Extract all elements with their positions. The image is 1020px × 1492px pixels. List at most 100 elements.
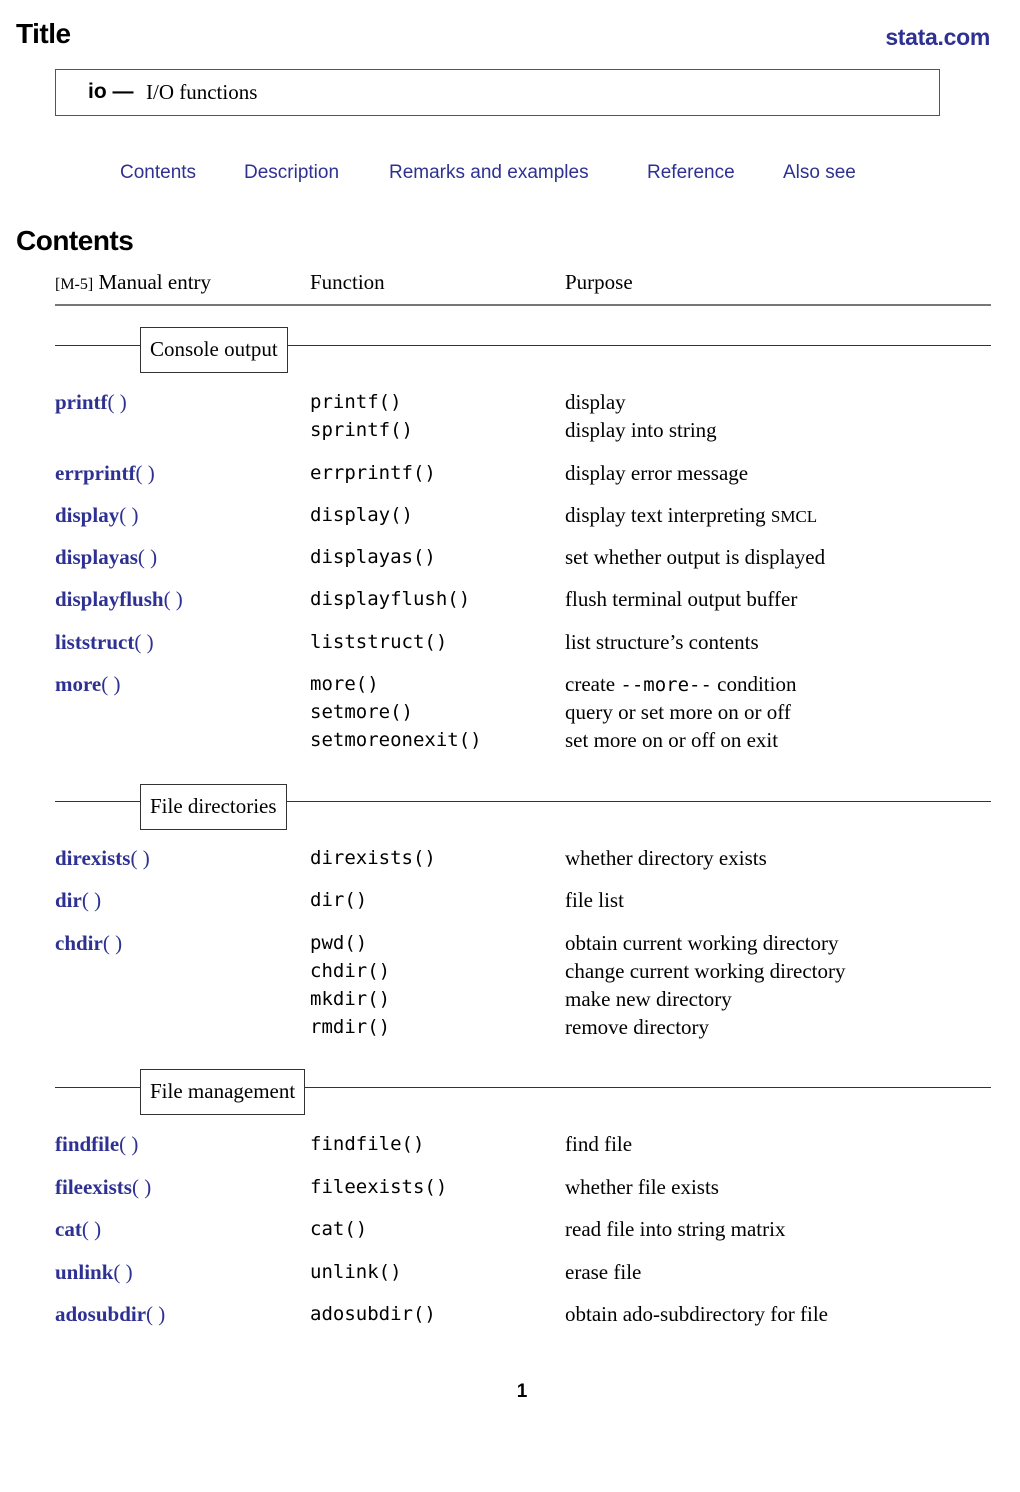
- manual-entry-link-adosubdir[interactable]: adosubdir( ): [55, 1300, 165, 1328]
- entry-name: io —: [88, 80, 134, 103]
- purpose-text: list structure’s contents: [565, 630, 759, 654]
- function-list: displayflush(): [310, 585, 470, 613]
- function-list: fileexists(): [310, 1173, 447, 1201]
- function-list: errprintf(): [310, 459, 436, 487]
- column-header-function: Function: [310, 270, 385, 294]
- section-title-file-management: File management: [140, 1069, 306, 1115]
- manual-entry-name: fileexists: [55, 1175, 132, 1199]
- manual-entry-name: liststruct: [55, 630, 135, 654]
- function-name: rmdir(): [310, 1016, 391, 1038]
- manual-entry-link-unlink[interactable]: unlink( ): [55, 1258, 133, 1286]
- function-list: pwd() chdir() mkdir() rmdir(): [310, 929, 390, 1041]
- purpose-text: whether directory exists: [565, 846, 767, 870]
- parentheses: ( ): [113, 1260, 133, 1284]
- manual-entry-link-printf[interactable]: printf( ): [55, 388, 127, 416]
- manual-entry-link-findfile[interactable]: findfile( ): [55, 1130, 138, 1158]
- function-list: dir(): [310, 886, 367, 914]
- nav-link-contents[interactable]: Contents: [120, 162, 196, 184]
- parentheses: ( ): [134, 630, 154, 654]
- function-list: printf() sprintf(): [310, 388, 413, 444]
- function-list: findfile(): [310, 1130, 424, 1158]
- stata-site-link[interactable]: stata.com: [885, 24, 990, 51]
- function-name: display(): [310, 504, 413, 526]
- purpose-list: display display into string: [565, 388, 717, 444]
- nav-link-description[interactable]: Description: [244, 162, 339, 184]
- manual-entry-name: unlink: [55, 1260, 114, 1284]
- manual-entry-link-display[interactable]: display( ): [55, 501, 138, 529]
- manual-entry-name: display: [55, 503, 120, 527]
- function-list: displayas(): [310, 543, 436, 571]
- parentheses: ( ): [119, 503, 139, 527]
- function-list: unlink(): [310, 1258, 402, 1286]
- entry-description: I/O functions: [146, 80, 258, 104]
- parentheses: ( ): [130, 846, 150, 870]
- parentheses: ( ): [102, 931, 123, 955]
- manual-entry-name: more: [55, 672, 102, 696]
- manual-entry-label: Manual entry: [98, 270, 212, 294]
- parentheses: ( ): [81, 1217, 102, 1241]
- function-name: direxists(): [310, 847, 436, 869]
- function-name: fileexists(): [310, 1176, 448, 1198]
- purpose-text: make new directory: [565, 987, 732, 1011]
- manual-entry-name: direxists: [55, 846, 131, 870]
- function-name: setmoreonexit(): [310, 729, 482, 751]
- parentheses: ( ): [135, 461, 155, 485]
- function-name: displayflush(): [310, 588, 471, 610]
- manual-entry-link-liststruct[interactable]: liststruct( ): [55, 628, 154, 656]
- manual-entry-link-more[interactable]: more( ): [55, 670, 121, 698]
- function-name: mkdir(): [310, 988, 391, 1010]
- purpose-text: read file into string matrix: [565, 1217, 786, 1241]
- parentheses: ( ): [107, 390, 127, 414]
- parentheses: ( ): [137, 545, 158, 569]
- purpose-list: list structure’s contents: [565, 628, 759, 656]
- purpose-text: display error message: [565, 461, 749, 485]
- function-list: cat(): [310, 1215, 367, 1243]
- manual-entry-link-cat[interactable]: cat( ): [55, 1215, 101, 1243]
- purpose-text: remove directory: [565, 1015, 710, 1039]
- manual-entry-name: displayflush: [55, 587, 164, 611]
- manual-prefix: [M-5]: [55, 276, 94, 293]
- function-name: dir(): [310, 889, 368, 911]
- purpose-text: display text interpreting SMCL: [565, 503, 818, 527]
- function-name: more(): [310, 673, 379, 695]
- nav-link-also-see[interactable]: Also see: [783, 162, 856, 184]
- manual-entry-name: cat: [55, 1217, 82, 1241]
- function-name: errprintf(): [310, 462, 436, 484]
- purpose-list: find file: [565, 1130, 632, 1158]
- parentheses: ( ): [119, 1132, 139, 1156]
- manual-entry-name: findfile: [55, 1132, 120, 1156]
- column-header-purpose: Purpose: [565, 270, 633, 294]
- purpose-list: read file into string matrix: [565, 1215, 785, 1243]
- purpose-list: flush terminal output buffer: [565, 585, 797, 613]
- nav-link-reference[interactable]: Reference: [647, 162, 735, 184]
- manual-entry-link-direxists[interactable]: direxists( ): [55, 844, 150, 872]
- function-name: findfile(): [310, 1133, 425, 1155]
- function-name: sprintf(): [310, 419, 413, 441]
- manual-entry-name: chdir: [55, 931, 103, 955]
- manual-entry-link-errprintf[interactable]: errprintf( ): [55, 459, 155, 487]
- manual-entry-link-displayas[interactable]: displayas( ): [55, 543, 157, 571]
- nav-link-remarks-and-examples[interactable]: Remarks and examples: [389, 162, 589, 184]
- purpose-text: erase file: [565, 1260, 642, 1284]
- purpose-text: obtain ado-subdirectory for file: [565, 1302, 828, 1326]
- function-name: cat(): [310, 1218, 368, 1240]
- parentheses: ( ): [131, 1175, 152, 1199]
- purpose-list: whether directory exists: [565, 844, 767, 872]
- parentheses: ( ): [101, 672, 121, 696]
- entry-title-box: io — I/O functions: [55, 69, 940, 116]
- manual-entry-link-fileexists[interactable]: fileexists( ): [55, 1173, 151, 1201]
- purpose-text: whether file exists: [565, 1175, 719, 1199]
- purpose-text: flush terminal output buffer: [565, 587, 798, 611]
- purpose-text: file list: [565, 888, 624, 912]
- manual-entry-name: adosubdir: [55, 1302, 147, 1326]
- purpose-list: display text interpreting SMCL: [565, 501, 817, 529]
- function-list: display(): [310, 501, 413, 529]
- manual-entry-link-displayflush[interactable]: displayflush( ): [55, 585, 183, 613]
- function-name: setmore(): [310, 701, 413, 723]
- manual-entry-link-dir[interactable]: dir( ): [55, 886, 101, 914]
- manual-entry-name: errprintf: [55, 461, 136, 485]
- section-title-console-output: Console output: [140, 327, 288, 373]
- purpose-list: create --more-- condition query or set mo…: [565, 670, 796, 754]
- purpose-list: display error message: [565, 459, 748, 487]
- manual-entry-link-chdir[interactable]: chdir( ): [55, 929, 122, 957]
